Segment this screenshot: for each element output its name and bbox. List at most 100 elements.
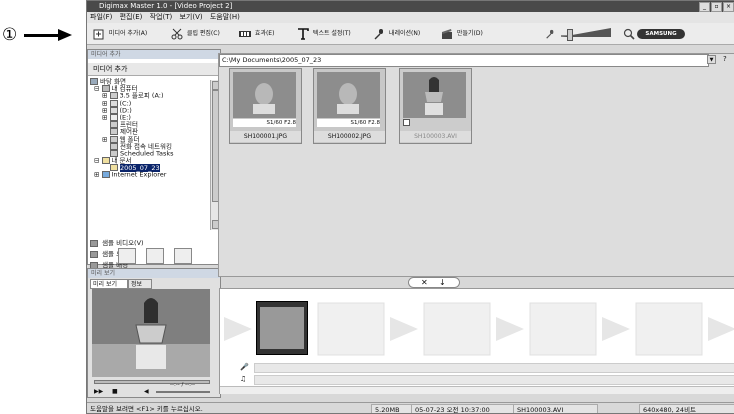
play-button[interactable]: ▶▶ [94, 388, 106, 396]
tab-info[interactable]: 정보 [128, 279, 152, 289]
path-dropdown-button[interactable]: ▼ [707, 55, 716, 64]
folder-tree: 바탕 화면 ⊟ 내 컴퓨터 ⊞ 3.5 플로피 (A:) ⊞ (C:) ⊞ (D… [90, 78, 206, 179]
list-view-button[interactable] [118, 248, 136, 264]
stop-button[interactable]: ■ [112, 388, 120, 396]
control-panel-icon [110, 128, 118, 136]
narration-track[interactable] [254, 363, 734, 373]
edit-clip-button[interactable]: 클립 편집(C) [171, 27, 220, 41]
menu-edit[interactable]: 편집(E) [120, 13, 143, 21]
time-display: --:-- / --:-- [170, 382, 195, 388]
thumbnail-info: S1/60 F2.8 [317, 119, 380, 127]
video-file-icon [403, 119, 410, 126]
callout-one-arrowhead [58, 29, 72, 41]
detail-view-button[interactable] [174, 248, 192, 264]
maximize-button[interactable]: ▫ [711, 2, 722, 12]
thumbnail-name: SH100003.AVI [400, 131, 471, 142]
film-effect-icon [239, 30, 251, 37]
make-label: 만들기(D) [456, 30, 483, 37]
media-add-panel: 미디어 추가 미디어 추가 바탕 화면 ⊟ 내 컴퓨터 ⊞ 3.5 플로피 (A… [87, 49, 221, 269]
tree-item[interactable]: ⊞ (E:) [90, 114, 206, 121]
thumbnail-info: S1/60 F2.8 [233, 119, 296, 127]
thumbnail-view-button[interactable] [146, 248, 164, 264]
menu-help[interactable]: 도움말(H) [210, 13, 240, 21]
folder-icon [101, 157, 110, 165]
menu-bar: 파일(F) 편집(E) 작업(T) 보기(V) 도움말(H) [87, 12, 734, 23]
cactus-image [92, 289, 210, 377]
app-window: Digimax Master 1.0 - [Video Project 2] _… [86, 0, 734, 414]
status-bar: 도움말을 보려면 <F1> 키를 누르십시오. 5.20MB 05-07-23 … [87, 402, 734, 413]
menu-view[interactable]: 보기(V) [179, 13, 202, 21]
storyboard-scrollbar[interactable] [220, 386, 734, 394]
tree-item[interactable]: Scheduled Tasks [90, 150, 206, 157]
callout-one: ① [2, 25, 18, 45]
text-label: 텍스트 설정(T) [312, 30, 351, 37]
preview-volume-slider[interactable] [156, 391, 210, 393]
menu-file[interactable]: 파일(F) [90, 13, 112, 21]
tree-item[interactable]: 바탕 화면 [90, 78, 206, 85]
zoom-icon[interactable] [623, 28, 635, 40]
title-bar: Digimax Master 1.0 - [Video Project 2] _… [87, 1, 734, 12]
media-panel-title: 미디어 추가 [88, 50, 220, 59]
menu-task[interactable]: 작업(T) [150, 13, 173, 21]
volume-slider[interactable] [561, 28, 611, 41]
thumbnail-image [403, 72, 466, 118]
status-resolution: 640x480, 24비트 [639, 404, 734, 413]
narration-label: 내레이션(N) [388, 30, 421, 37]
make-movie-icon [442, 28, 452, 39]
thumbnail-item-selected[interactable]: SH100003.AVI [399, 68, 472, 144]
edit-clip-label: 클립 편집(C) [186, 30, 220, 37]
close-button[interactable]: × [723, 2, 734, 12]
status-date: 05-07-23 오전 10:37:00 [411, 404, 514, 413]
text-button[interactable]: 텍스트 설정(T) [297, 27, 351, 41]
sample-video-icon [90, 239, 98, 247]
tab-preview[interactable]: 미리 보기 [90, 279, 128, 289]
tree-item[interactable]: 프린터 [90, 121, 206, 128]
up-folder-icon[interactable]: ? [723, 55, 733, 64]
drive-icon [109, 99, 118, 107]
music-track-icon: ♫ [240, 375, 247, 383]
thumbnail-image [233, 72, 296, 118]
drive-icon [109, 106, 118, 114]
cd-drive-icon [109, 113, 118, 121]
delete-icon: ✕ [421, 278, 428, 287]
status-size: 5.20MB [371, 404, 414, 413]
preview-panel-title: 미리 보기 [88, 269, 220, 278]
thumbnail-item[interactable]: S1/60 F2.8 SH100002.JPG [313, 68, 386, 144]
music-track[interactable] [254, 375, 734, 385]
preview-screen [92, 289, 210, 377]
preview-panel: 미리 보기 미리 보기 정보 --:-- / --:-- ▶▶ ■ ◀ [87, 268, 221, 398]
thumbnail-name: SH100002.JPG [314, 131, 385, 142]
callout-one-arrow [24, 34, 60, 37]
ie-icon [101, 171, 110, 179]
make-button[interactable]: 만들기(D) [441, 27, 483, 41]
narration-track-icon: 🎤 [240, 363, 249, 371]
storyboard: 🎤 ♫ [219, 288, 734, 394]
thumbnail-image [317, 72, 380, 118]
path-field[interactable]: C:\My Documents\2005_07_23 [219, 54, 709, 67]
desktop-icon [90, 78, 98, 85]
media-panel-header: 미디어 추가 [88, 63, 220, 76]
status-help: 도움말을 보려면 <F1> 키를 누르십시오. [90, 405, 203, 413]
microphone-icon [374, 28, 383, 39]
volume-mic-icon [546, 29, 554, 39]
thumbnail-item[interactable]: S1/60 F2.8 SH100001.JPG [229, 68, 302, 144]
narration-button[interactable]: 내레이션(N) [373, 27, 420, 41]
tree-item[interactable]: ⊞ Internet Explorer [90, 171, 206, 178]
text-icon [298, 27, 309, 40]
add-media-label: 미디어 추가(A) [108, 30, 148, 37]
speaker-icon: ◀ [144, 388, 149, 395]
storyboard-frame-selected[interactable] [256, 301, 308, 355]
effect-button[interactable]: 효과(E) [239, 27, 274, 41]
view-mode-bar [94, 248, 214, 264]
minimize-button[interactable]: _ [699, 2, 710, 12]
thumbnail-name: SH100001.JPG [230, 131, 301, 142]
window-title: Digimax Master 1.0 - [Video Project 2] [99, 2, 233, 10]
floppy-icon [109, 92, 118, 100]
status-file: SH100003.AVI [513, 404, 598, 413]
scissors-icon [171, 28, 183, 39]
storyboard-toggle[interactable]: ✕ ↓ [408, 277, 460, 288]
add-media-button[interactable]: 미디어 추가(A) [93, 27, 147, 41]
printer-icon [110, 121, 118, 129]
toolbar: 미디어 추가(A) 클립 편집(C) 효과(E) 텍스트 설정(T) 내레이션(… [87, 23, 734, 45]
add-media-icon [93, 29, 104, 39]
